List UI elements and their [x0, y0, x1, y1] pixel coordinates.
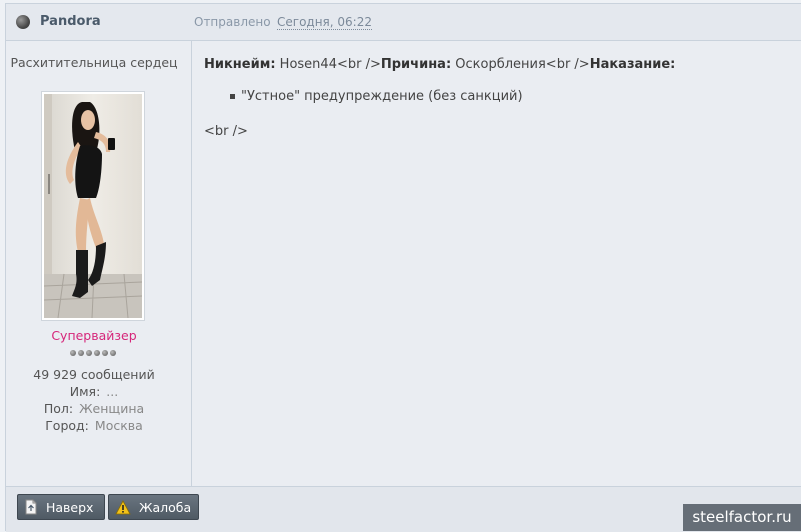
rank-pip-icon [86, 350, 92, 356]
back-to-top-label: Наверх [46, 499, 94, 515]
avatar-image [44, 94, 142, 318]
name-field: Имя:... [6, 384, 182, 399]
report-button[interactable]: Жалоба [108, 494, 199, 520]
nick-value: Hosen44<br /> [275, 57, 381, 72]
city-label: Город: [45, 418, 89, 433]
rank-pip-icon [102, 350, 108, 356]
trailing-text: <br /> [204, 124, 248, 139]
reason-label: Причина: [380, 57, 452, 72]
offline-status-icon [16, 15, 30, 29]
gender-value: Женщина [79, 401, 145, 416]
posted-prefix: Отправлено [194, 15, 271, 29]
post-body: Никнейм: Hosen44<br />Причина: Оскорблен… [192, 41, 801, 486]
avatar[interactable] [41, 91, 145, 321]
gender-field: Пол: Женщина [6, 401, 182, 416]
rank-pip-icon [94, 350, 100, 356]
rank-pip-icon [78, 350, 84, 356]
rank-pip-icon [110, 350, 116, 356]
list-item: "Устное" предупреждение (без санкций) [230, 89, 523, 104]
rank-pips [70, 350, 120, 358]
document-icon [24, 499, 38, 515]
punishment-value: "Устное" предупреждение (без санкций) [241, 89, 523, 104]
reason-value: Оскорбления<br /> [451, 57, 590, 72]
author-sidebar: Расхитительница сердец Супервайзер 49 92… [6, 41, 192, 486]
city-value: Москва [94, 418, 143, 433]
rank-pip-icon [70, 350, 76, 356]
posted-date[interactable]: Сегодня, 06:22 [277, 15, 372, 30]
user-title: Расхитительница сердец [10, 55, 178, 70]
forum-post: Pandora Отправлено Сегодня, 06:22 Расхит… [5, 3, 801, 532]
bullet-icon [230, 94, 235, 99]
user-group: Супервайзер [51, 328, 137, 343]
post-header: Pandora Отправлено Сегодня, 06:22 [6, 4, 801, 41]
post-footer: Наверх Жалоба [6, 486, 801, 532]
report-label: Жалоба [139, 499, 192, 515]
watermark: steelfactor.ru [683, 504, 801, 531]
gender-label: Пол: [43, 401, 74, 416]
name-value: ... [106, 384, 119, 399]
moderation-line: Никнейм: Hosen44<br />Причина: Оскорблен… [204, 57, 675, 72]
back-to-top-button[interactable]: Наверх [17, 494, 105, 520]
warning-icon [115, 499, 131, 515]
author-name[interactable]: Pandora [40, 14, 101, 29]
name-label: Имя: [69, 384, 101, 399]
post-count: 49 929 сообщений [33, 367, 155, 382]
nick-label: Никнейм: [204, 57, 276, 72]
city-field: Город: Москва [6, 418, 182, 433]
punishment-label: Наказание: [589, 57, 676, 72]
